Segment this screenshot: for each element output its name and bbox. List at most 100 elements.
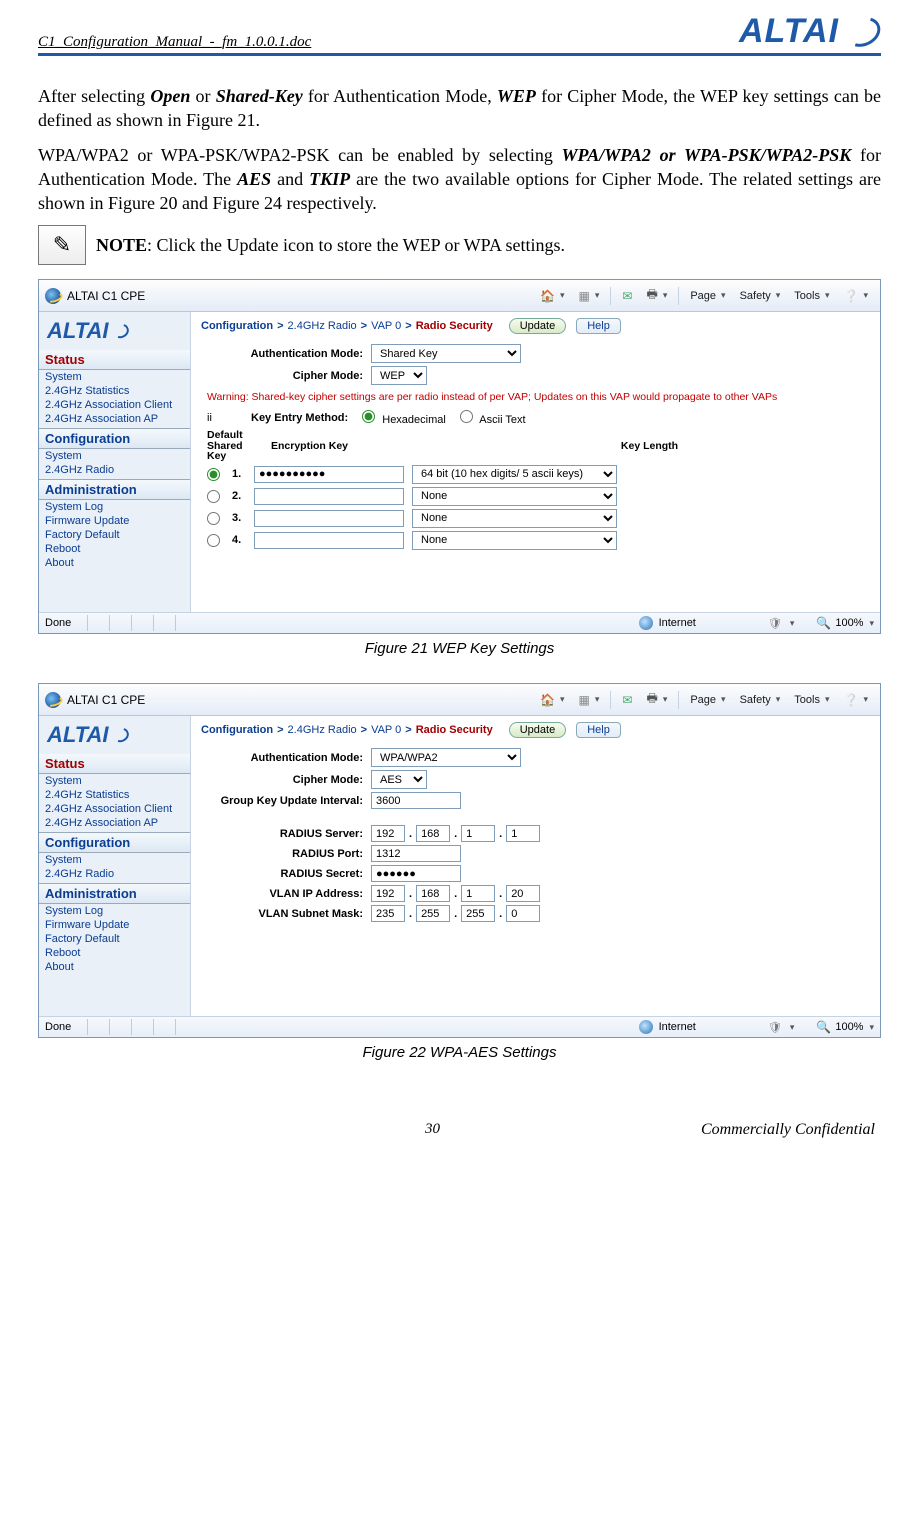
screenshot-wpa: ALTAI C1 CPE 🏠▾ ▦▾ ✉ 🖶▾ Page▾ Safety▾ To… xyxy=(38,683,881,1038)
auth-mode-label: Authentication Mode: xyxy=(201,752,371,764)
tools-menu[interactable]: Tools▾ xyxy=(788,692,835,708)
cipher-mode-select[interactable]: AES xyxy=(371,770,427,789)
sidebar-item-cfg-radio[interactable]: 2.4GHz Radio xyxy=(39,463,190,477)
page-header: C1_Configuration_Manual_-_fm_1.0.0.1.doc… xyxy=(38,12,881,56)
home-button[interactable]: 🏠▾ xyxy=(534,691,570,709)
sidebar-item-stats[interactable]: 2.4GHz Statistics xyxy=(39,788,190,802)
key-len-2[interactable]: None xyxy=(412,487,617,506)
tools-menu[interactable]: Tools▾ xyxy=(788,288,835,304)
key-len-1[interactable]: 64 bit (10 hex digits/ 5 ascii keys) xyxy=(412,465,617,484)
safety-menu[interactable]: Safety▾ xyxy=(734,692,787,708)
ip-octet[interactable] xyxy=(416,905,450,922)
crumb-radio[interactable]: 2.4GHz Radio xyxy=(288,320,357,332)
ip-octet[interactable] xyxy=(506,825,540,842)
rss-icon: ▦ xyxy=(579,693,590,707)
page-footer: 30 Commercially Confidential xyxy=(38,1121,881,1139)
enc-key-2[interactable] xyxy=(254,488,404,505)
cipher-mode-select[interactable]: WEP xyxy=(371,366,427,385)
update-button[interactable]: Update xyxy=(509,722,566,738)
mail-button[interactable]: ✉ xyxy=(616,287,638,305)
home-button[interactable]: 🏠▾ xyxy=(534,287,570,305)
sidebar-item-cfg-system[interactable]: System xyxy=(39,853,190,867)
sidebar-item-factory[interactable]: Factory Default xyxy=(39,932,190,946)
ip-octet[interactable] xyxy=(371,885,405,902)
mail-button[interactable]: ✉ xyxy=(616,691,638,709)
page-menu[interactable]: Page▾ xyxy=(684,692,731,708)
zoom-control[interactable]: 🔍100%▾ xyxy=(816,616,874,630)
ip-octet[interactable] xyxy=(371,825,405,842)
auth-mode-select[interactable]: WPA/WPA2 xyxy=(371,748,521,767)
brand-logo: ALTAI xyxy=(739,12,881,51)
sidebar-item-system[interactable]: System xyxy=(39,774,190,788)
magnifier-icon: 🔍 xyxy=(816,1020,831,1034)
ip-octet[interactable] xyxy=(371,905,405,922)
vlan-ip: . . . xyxy=(371,885,540,902)
sidebar-item-syslog[interactable]: System Log xyxy=(39,500,190,514)
page-number: 30 xyxy=(164,1121,701,1139)
radio-hex[interactable]: Hexadecimal xyxy=(362,410,446,426)
print-button[interactable]: 🖶▾ xyxy=(640,283,673,308)
print-button[interactable]: 🖶▾ xyxy=(640,687,673,712)
radius-port-label: RADIUS Port: xyxy=(201,848,371,860)
ip-octet[interactable] xyxy=(461,825,495,842)
crumb-vap[interactable]: VAP 0 xyxy=(371,724,401,736)
key-len-3[interactable]: None xyxy=(412,509,617,528)
ip-octet[interactable] xyxy=(416,825,450,842)
sidebar-item-system[interactable]: System xyxy=(39,370,190,384)
sidebar-item-stats[interactable]: 2.4GHz Statistics xyxy=(39,384,190,398)
ip-octet[interactable] xyxy=(506,885,540,902)
sidebar-item-reboot[interactable]: Reboot xyxy=(39,542,190,556)
auth-mode-select[interactable]: Shared Key xyxy=(371,344,521,363)
sidebar-item-about[interactable]: About xyxy=(39,960,190,974)
enc-key-1[interactable] xyxy=(254,466,404,483)
key-row-1: 1. 64 bit (10 hex digits/ 5 ascii keys) xyxy=(207,465,870,484)
page-menu[interactable]: Page▾ xyxy=(684,288,731,304)
safety-menu[interactable]: Safety▾ xyxy=(734,288,787,304)
radius-secret-input[interactable] xyxy=(371,865,461,882)
protected-mode-icon: 🛡 xyxy=(768,617,782,630)
crumb-vap[interactable]: VAP 0 xyxy=(371,320,401,332)
ip-octet[interactable] xyxy=(461,885,495,902)
help-button[interactable]: Help xyxy=(576,722,621,738)
screenshot-wep: ALTAI C1 CPE 🏠▾ ▦▾ ✉ 🖶▾ Page▾ Safety▾ To… xyxy=(38,279,881,634)
sidebar-item-assoc-ap[interactable]: 2.4GHz Association AP xyxy=(39,412,190,426)
ie-toolbar: ALTAI C1 CPE 🏠▾ ▦▾ ✉ 🖶▾ Page▾ Safety▾ To… xyxy=(39,280,880,312)
update-button[interactable]: Update xyxy=(509,318,566,334)
default-key-radio-1[interactable] xyxy=(207,468,220,481)
help-button[interactable]: ❔▾ xyxy=(838,691,874,709)
sidebar-item-factory[interactable]: Factory Default xyxy=(39,528,190,542)
sidebar-item-assoc-client[interactable]: 2.4GHz Association Client xyxy=(39,398,190,412)
ip-octet[interactable] xyxy=(461,905,495,922)
mail-icon: ✉ xyxy=(622,693,632,707)
feeds-button[interactable]: ▦▾ xyxy=(573,691,606,709)
help-button[interactable]: ❔▾ xyxy=(838,287,874,305)
radius-server-label: RADIUS Server: xyxy=(201,828,371,840)
feeds-button[interactable]: ▦▾ xyxy=(573,287,606,305)
group-key-input[interactable] xyxy=(371,792,461,809)
default-key-radio-2[interactable] xyxy=(207,490,220,503)
enc-key-3[interactable] xyxy=(254,510,404,527)
sidebar-item-fwupdate[interactable]: Firmware Update xyxy=(39,918,190,932)
default-key-radio-4[interactable] xyxy=(207,534,220,547)
status-done: Done xyxy=(45,617,71,629)
ip-octet[interactable] xyxy=(506,905,540,922)
zoom-control[interactable]: 🔍100%▾ xyxy=(816,1020,874,1034)
default-key-radio-3[interactable] xyxy=(207,512,220,525)
sidebar-item-about[interactable]: About xyxy=(39,556,190,570)
sidebar-item-fwupdate[interactable]: Firmware Update xyxy=(39,514,190,528)
sidebar-item-cfg-radio[interactable]: 2.4GHz Radio xyxy=(39,867,190,881)
ip-octet[interactable] xyxy=(416,885,450,902)
radius-port-input[interactable] xyxy=(371,845,461,862)
crumb-radio[interactable]: 2.4GHz Radio xyxy=(288,724,357,736)
ie-statusbar: Done Internet 🛡▾ 🔍100%▾ xyxy=(39,1016,880,1037)
sidebar-item-cfg-system[interactable]: System xyxy=(39,449,190,463)
sidebar-item-assoc-client[interactable]: 2.4GHz Association Client xyxy=(39,802,190,816)
sidebar-item-assoc-ap[interactable]: 2.4GHz Association AP xyxy=(39,816,190,830)
enc-key-4[interactable] xyxy=(254,532,404,549)
help-button[interactable]: Help xyxy=(576,318,621,334)
radio-ascii[interactable]: Ascii Text xyxy=(460,410,526,426)
key-len-4[interactable]: None xyxy=(412,531,617,550)
sidebar-item-reboot[interactable]: Reboot xyxy=(39,946,190,960)
sidebar-section-config: Configuration xyxy=(39,428,190,449)
sidebar-item-syslog[interactable]: System Log xyxy=(39,904,190,918)
